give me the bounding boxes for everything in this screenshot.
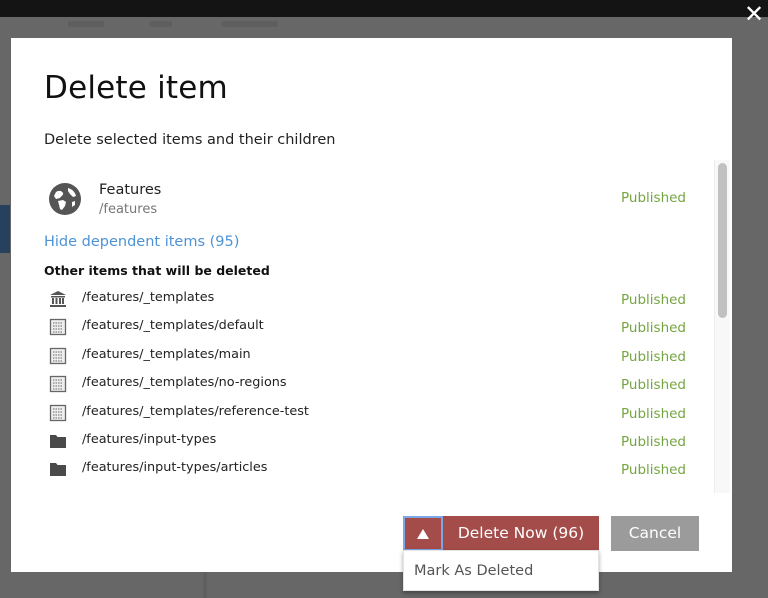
template-icon	[49, 376, 67, 393]
close-icon[interactable]: ✕	[743, 2, 765, 26]
template-icon	[49, 347, 67, 364]
list-item: /features/input-types Published	[44, 427, 714, 455]
status-badge: Published	[621, 348, 686, 365]
items-scrollbar[interactable]	[714, 160, 730, 493]
delete-now-button[interactable]: Delete Now (96)	[443, 516, 599, 551]
list-item: /features/_templates/main Published	[44, 342, 714, 370]
status-badge: Published	[621, 320, 686, 337]
list-item: /features/input-types/articles Published	[44, 455, 714, 483]
folder-icon	[50, 463, 66, 477]
root-item-path: /features	[99, 202, 158, 217]
template-icon	[49, 404, 67, 421]
list-item: /features/_templates/no-regions Publishe…	[44, 370, 714, 398]
status-badge: Published	[621, 377, 686, 394]
root-item: Features /features Published	[44, 180, 714, 220]
list-item: /features/_templates Published	[44, 285, 714, 313]
cancel-button[interactable]: Cancel	[611, 516, 699, 551]
background-divider	[203, 572, 207, 598]
item-path: /features/_templates/default	[82, 318, 264, 334]
globe-icon	[49, 183, 81, 215]
list-item: /features/_templates/default Published	[44, 313, 714, 341]
item-path: /features/_templates/no-regions	[82, 375, 287, 391]
delete-options-toggle[interactable]	[403, 516, 443, 551]
scrollbar-thumb[interactable]	[718, 163, 727, 318]
bank-icon	[50, 291, 66, 307]
caret-up-icon	[417, 529, 429, 539]
app-top-bar	[0, 0, 768, 17]
background-selected-item	[0, 205, 10, 253]
hide-dependent-items-link[interactable]: Hide dependent items (95)	[44, 234, 239, 250]
section-heading: Other items that will be deleted	[44, 263, 270, 278]
delete-options-menu: Mark As Deleted	[403, 550, 599, 591]
status-badge: Published	[621, 292, 686, 308]
items-scroll-area: Features /features Published Hide depend…	[44, 160, 724, 493]
mark-as-deleted-option[interactable]: Mark As Deleted	[414, 563, 533, 579]
dialog-subtitle: Delete selected items and their children	[44, 132, 336, 148]
status-badge: Published	[621, 462, 686, 479]
root-item-name: Features	[99, 182, 162, 198]
item-path: /features/_templates/reference-test	[82, 403, 309, 419]
list-item: /features/_templates/reference-test Publ…	[44, 399, 714, 427]
item-path: /features/input-types/articles	[82, 460, 268, 476]
template-icon	[49, 319, 67, 336]
item-path: /features/_templates	[82, 290, 215, 305]
status-badge: Published	[621, 405, 686, 422]
status-badge: Published	[621, 190, 686, 206]
delete-dialog: Delete item Delete selected items and th…	[11, 38, 732, 572]
dependent-items-list: /features/_templates Published /features…	[44, 285, 714, 484]
dialog-title: Delete item	[44, 70, 228, 106]
folder-icon	[50, 434, 66, 448]
status-badge: Published	[621, 433, 686, 450]
item-path: /features/_templates/main	[82, 346, 251, 362]
item-path: /features/input-types	[82, 431, 217, 447]
background-nav	[0, 17, 768, 38]
